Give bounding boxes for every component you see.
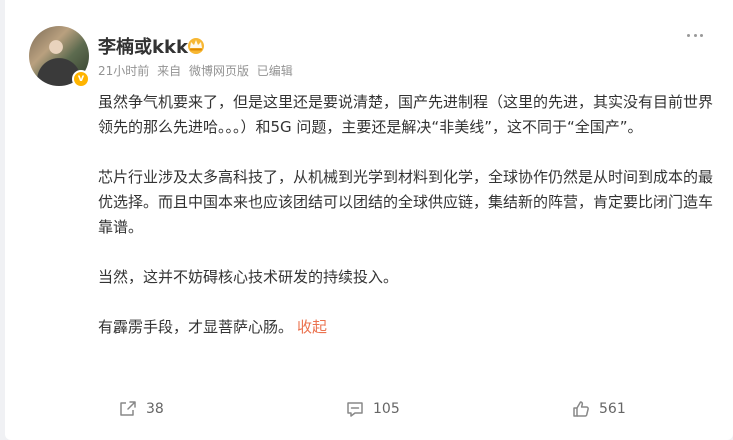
post-paragraph: 虽然争气机要来了，但是这里还是要说清楚，国产先进制程（这里的先进，其实没有目前世… bbox=[98, 93, 714, 136]
post-source[interactable]: 微博网页版 bbox=[189, 64, 249, 78]
like-button[interactable]: 561 bbox=[571, 399, 626, 419]
post-paragraph: 当然，这并不妨碍核心技术研发的持续投入。 bbox=[98, 268, 399, 286]
post-paragraph-last: 有霹雳手段，才显菩萨心肠。 收起 bbox=[98, 315, 714, 340]
edited-label[interactable]: 已编辑 bbox=[257, 64, 293, 78]
comment-icon bbox=[347, 402, 363, 417]
weibo-post-card: v 李楠或kkk 21小时前 来自 微博网页版 已编辑 虽然争气机要来了，但是这… bbox=[5, 0, 733, 440]
share-icon bbox=[120, 401, 136, 416]
post-actions: 38 105 561 bbox=[98, 396, 726, 422]
crown-icon[interactable] bbox=[186, 36, 206, 54]
collapse-link[interactable]: 收起 bbox=[297, 318, 327, 336]
post-paragraph-text: 有霹雳手段，才显菩萨心肠。 bbox=[98, 318, 294, 336]
post-time[interactable]: 21小时前 bbox=[98, 64, 149, 78]
username[interactable]: 李楠或kkk bbox=[98, 33, 188, 59]
post-content: 虽然争气机要来了，但是这里还是要说清楚，国产先进制程（这里的先进，其实没有目前世… bbox=[98, 90, 714, 340]
comment-count: 105 bbox=[373, 401, 400, 417]
share-count: 38 bbox=[146, 401, 164, 417]
post-meta: 21小时前 来自 微博网页版 已编辑 bbox=[98, 62, 297, 79]
more-icon[interactable] bbox=[687, 30, 703, 40]
like-icon bbox=[573, 401, 589, 417]
verified-badge-icon: v bbox=[72, 70, 90, 88]
comment-button[interactable]: 105 bbox=[345, 399, 400, 419]
share-button[interactable]: 38 bbox=[118, 399, 164, 419]
post-paragraph: 芯片行业涉及太多高科技了，从机械到光学到材料到化学，全球协作仍然是从时间到成本的… bbox=[98, 168, 714, 236]
source-prefix: 来自 bbox=[157, 64, 182, 78]
like-count: 561 bbox=[599, 401, 626, 417]
